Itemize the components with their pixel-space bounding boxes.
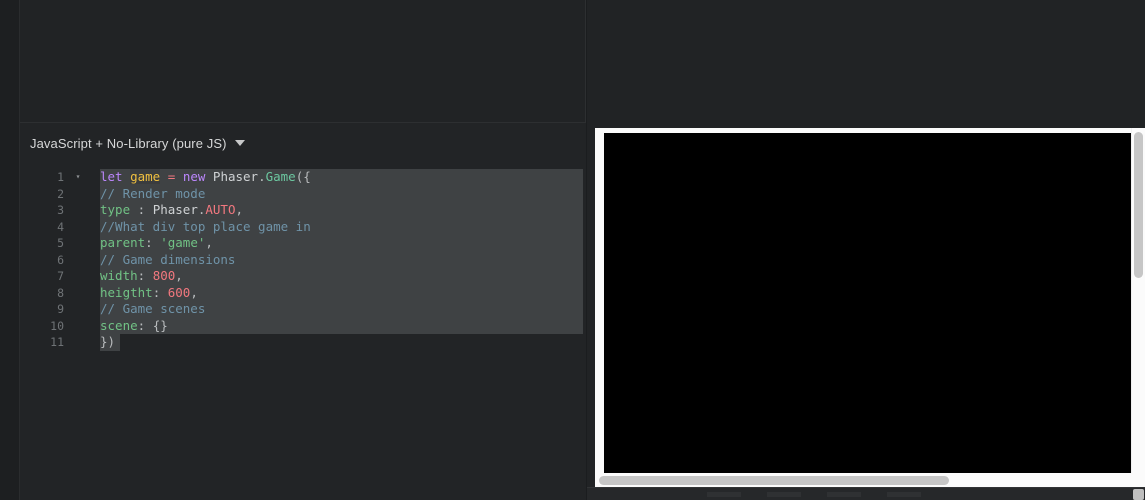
code-line[interactable]: 5 parent: 'game', — [20, 235, 586, 252]
code-line-text: // Render mode — [100, 186, 205, 203]
code-token: // Game scenes — [100, 301, 206, 316]
code-line-text: width: 800, — [100, 268, 183, 285]
horizontal-scrollbar[interactable] — [595, 473, 1140, 487]
line-number: 10 — [50, 318, 64, 333]
code-token: type — [100, 202, 131, 217]
code-token: 800 — [152, 268, 176, 283]
code-line[interactable]: 8 heigtht: 600, — [20, 284, 586, 302]
chevron-down-icon — [235, 140, 246, 146]
code-fold-icon[interactable]: ▾ — [72, 169, 84, 186]
code-token: width — [100, 268, 138, 283]
code-line-text: //What div top place game in — [100, 219, 311, 236]
code-line[interactable]: 2 // Render mode — [20, 185, 586, 203]
line-number: 11 — [50, 335, 64, 349]
preview-column — [587, 0, 1145, 500]
preview-top-gap — [587, 0, 1145, 127]
code-token: AUTO — [205, 202, 236, 217]
code-token: // Render mode — [100, 185, 206, 201]
code-token: Phaser — [205, 169, 259, 184]
line-number: 5 — [57, 236, 64, 250]
code-token: Phaser — [152, 202, 198, 217]
selection-highlight — [100, 317, 583, 334]
code-token: , — [235, 202, 244, 217]
code-editor[interactable]: 1 ▾ let game = new Phaser.Game({ 2 // Render… — [20, 164, 586, 500]
resize-handle-icon[interactable] — [1133, 489, 1144, 500]
code-line-text: let game = new Phaser.Game({ — [100, 169, 311, 186]
code-line[interactable]: 10 scene: {} — [20, 317, 586, 335]
line-number: 8 — [57, 285, 64, 300]
code-line[interactable]: 3 type : Phaser.AUTO, — [20, 202, 586, 219]
code-token: : — [137, 268, 153, 283]
line-number: 6 — [57, 252, 64, 267]
code-line-text: heigtht: 600, — [100, 285, 198, 302]
preview-frame[interactable] — [595, 128, 1145, 487]
status-bar-item[interactable] — [827, 492, 861, 497]
code-line[interactable]: 9 // Game scenes — [20, 301, 586, 318]
status-bar-item[interactable] — [887, 492, 921, 497]
line-number: 3 — [57, 203, 64, 217]
line-number: 2 — [57, 186, 64, 201]
code-token: // Game dimensions — [100, 251, 236, 267]
line-number: 4 — [57, 219, 64, 234]
code-line-text: // Game dimensions — [100, 252, 235, 269]
code-lines: 1 ▾ let game = new Phaser.Game({ 2 // Render… — [20, 169, 586, 351]
code-token: 'game' — [160, 235, 206, 250]
language-selector-label: JavaScript + No-Library (pure JS) — [30, 136, 227, 151]
code-line[interactable]: 11}) — [20, 334, 586, 351]
code-token: let — [100, 169, 123, 184]
code-line-text: type : Phaser.AUTO, — [100, 202, 243, 219]
status-bar-item[interactable] — [707, 492, 741, 497]
code-token: 600 — [167, 284, 191, 300]
status-bar — [587, 487, 1145, 500]
code-token: : — [137, 317, 153, 333]
code-line[interactable]: 4 //What div top place game in — [20, 218, 586, 236]
vertical-scrollbar-thumb[interactable] — [1134, 132, 1143, 278]
code-line-text: }) — [100, 334, 115, 351]
code-line[interactable]: 7 width: 800, — [20, 268, 586, 285]
code-token: game — [130, 169, 161, 184]
left-activity-rail[interactable] — [0, 0, 20, 500]
code-token: : — [152, 284, 168, 300]
code-token: ({ — [295, 169, 311, 184]
code-token: : — [130, 202, 153, 217]
code-token: , — [190, 284, 198, 300]
line-number: 1 — [57, 170, 64, 184]
code-line-text: parent: 'game', — [100, 235, 213, 252]
code-token: //What div top place game in — [100, 218, 311, 234]
code-token: Game — [265, 169, 296, 184]
horizontal-scrollbar-thumb[interactable] — [599, 476, 949, 485]
status-bar-items — [707, 492, 921, 497]
code-line[interactable]: 1 ▾ let game = new Phaser.Game({ — [20, 169, 586, 186]
line-number: 7 — [57, 269, 64, 283]
vertical-scrollbar[interactable] — [1131, 128, 1145, 487]
code-token: scene — [100, 317, 138, 333]
code-token: : — [145, 235, 161, 250]
code-token: {} — [152, 317, 168, 333]
status-bar-item[interactable] — [767, 492, 801, 497]
code-token: new — [182, 169, 206, 184]
code-line-text: // Game scenes — [100, 301, 205, 318]
code-line-text: scene: {} — [100, 318, 168, 335]
language-selector[interactable]: JavaScript + No-Library (pure JS) — [30, 136, 246, 151]
code-token: , — [205, 235, 213, 250]
code-token: parent — [100, 235, 146, 250]
editor-header: JavaScript + No-Library (pure JS) — [20, 124, 586, 164]
code-token: , — [175, 268, 183, 283]
game-canvas[interactable] — [604, 133, 1133, 473]
line-number: 9 — [57, 302, 64, 316]
code-token: heigtht — [100, 284, 153, 300]
code-line[interactable]: 6 // Game dimensions — [20, 251, 586, 269]
editor-upper-empty-pane — [20, 0, 586, 123]
code-token: . — [258, 169, 266, 184]
app-window: JavaScript + No-Library (pure JS) 1 ▾ let … — [0, 0, 1145, 500]
code-token: }) — [100, 334, 116, 349]
